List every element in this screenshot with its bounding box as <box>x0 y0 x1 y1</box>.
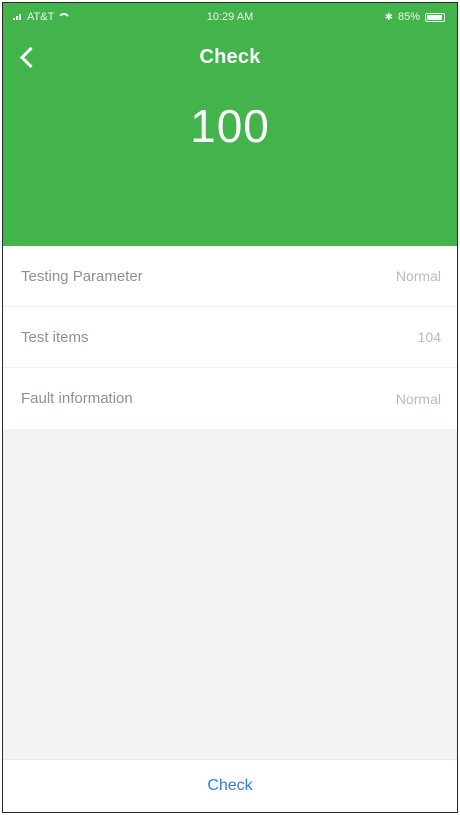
header: AT&T 10:29 AM ✱ 85% Check 100 <box>3 3 457 246</box>
phone-screen: AT&T 10:29 AM ✱ 85% Check 100 Testing Pa… <box>2 2 458 813</box>
list-item-label: Test items <box>21 328 89 346</box>
result-list: Testing Parameter Normal Test items 104 … <box>3 246 457 429</box>
list-item-fault-information[interactable]: Fault information Normal <box>3 368 457 429</box>
battery-percent: 85% <box>397 11 420 23</box>
list-item-testing-parameter[interactable]: Testing Parameter Normal <box>3 246 457 307</box>
bottom-bar: Check <box>3 759 457 812</box>
status-bar: AT&T 10:29 AM ✱ 85% <box>3 3 457 33</box>
list-item-test-items[interactable]: Test items 104 <box>3 307 457 368</box>
status-right: ✱ 85% <box>385 11 445 23</box>
bluetooth-icon: ✱ <box>384 11 393 23</box>
list-item-value: Normal <box>395 268 441 284</box>
list-item-label: Testing Parameter <box>21 267 143 285</box>
list-item-label: Fault information <box>21 390 133 407</box>
page-title: Check <box>199 46 261 68</box>
check-score: 100 <box>190 100 270 152</box>
list-item-value: Normal <box>395 390 441 407</box>
list-item-value: 104 <box>417 329 441 345</box>
check-button[interactable]: Check <box>187 771 272 801</box>
battery-icon <box>425 12 445 22</box>
